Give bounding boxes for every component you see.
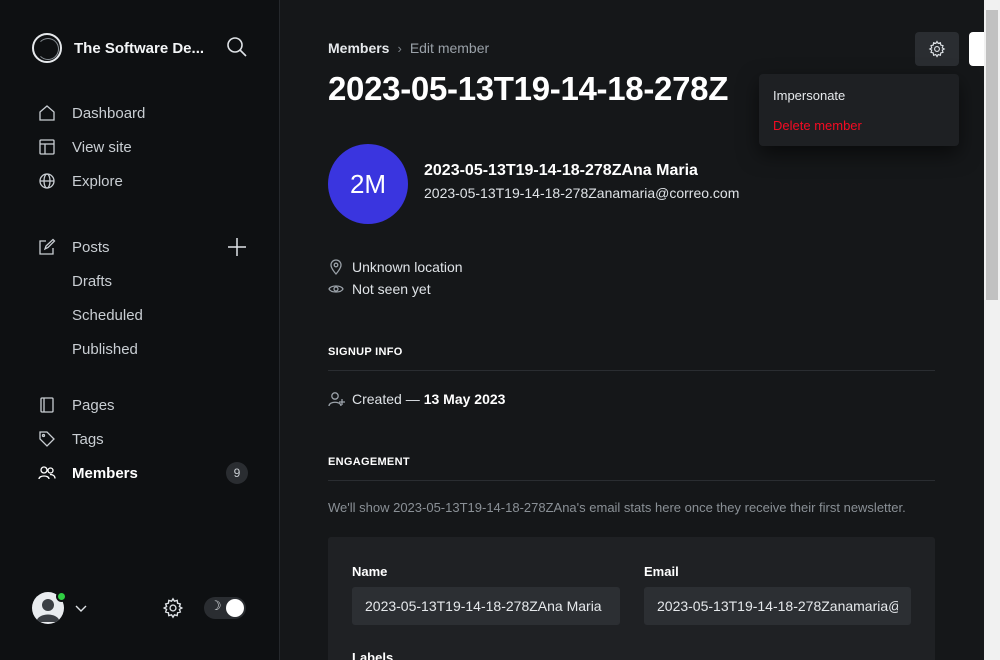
nav-label: Members — [72, 464, 138, 482]
nav-members[interactable]: Members 9 — [24, 456, 256, 490]
breadcrumb-separator-icon: › — [397, 40, 402, 56]
member-location: Unknown location — [328, 259, 463, 275]
created-prefix: Created — — [352, 391, 420, 407]
nav-published[interactable]: Published — [24, 332, 256, 366]
signup-info-heading: SIGNUP INFO — [328, 346, 935, 371]
name-label: Name — [352, 564, 388, 579]
nav-tags[interactable]: Tags — [24, 422, 256, 456]
tag-icon — [38, 430, 56, 448]
pencil-square-icon — [38, 238, 56, 256]
member-actions-button[interactable] — [915, 32, 959, 66]
nav-label: Tags — [72, 430, 104, 448]
engagement-description: We'll show 2023-05-13T19-14-18-278ZAna's… — [328, 500, 906, 515]
home-icon — [38, 104, 56, 122]
labels-label: Labels — [352, 650, 394, 660]
member-actions-menu: Impersonate Delete member — [759, 74, 959, 146]
sidebar-footer: ☽ — [32, 591, 248, 624]
nav-scheduled[interactable]: Scheduled — [24, 298, 256, 332]
globe-icon — [38, 172, 56, 190]
toggle-knob — [226, 599, 244, 617]
member-email: 2023-05-13T19-14-18-278Zanamaria@correo.… — [424, 185, 740, 201]
layout-icon — [38, 138, 56, 156]
nav-label: Published — [72, 340, 138, 358]
settings-gear-icon[interactable] — [162, 597, 184, 619]
member-form-panel: Name Email Labels — [328, 537, 935, 660]
site-title: The Software De... — [74, 39, 205, 57]
breadcrumb: Members › Edit member — [328, 40, 489, 56]
delete-member-menu-item[interactable]: Delete member — [759, 114, 959, 144]
member-name: 2023-05-13T19-14-18-278ZAna Maria — [424, 162, 698, 179]
site-logo-icon — [32, 33, 62, 63]
nav-label: Explore — [72, 172, 123, 190]
nav-label: Scheduled — [72, 306, 143, 324]
nav-posts[interactable]: Posts — [24, 230, 256, 264]
location-text: Unknown location — [352, 259, 463, 275]
member-avatar: 2M — [328, 144, 408, 224]
nav-label: Posts — [72, 238, 110, 256]
chevron-down-icon[interactable] — [74, 601, 88, 615]
dark-mode-toggle[interactable]: ☽ — [204, 597, 246, 619]
nav-dashboard[interactable]: Dashboard — [24, 96, 256, 130]
last-seen-text: Not seen yet — [352, 281, 431, 297]
location-pin-icon — [328, 259, 344, 275]
nav-label: View site — [72, 138, 132, 156]
member-last-seen: Not seen yet — [328, 281, 431, 297]
gear-icon — [928, 40, 946, 58]
nav-label: Dashboard — [72, 104, 146, 122]
search-icon[interactable] — [226, 36, 248, 58]
scrollbar-thumb[interactable] — [986, 10, 998, 300]
email-label: Email — [644, 564, 679, 579]
email-input[interactable] — [644, 587, 911, 625]
engagement-heading: ENGAGEMENT — [328, 456, 935, 481]
sidebar: The Software De... Dashboard View site E… — [0, 0, 280, 660]
brand[interactable]: The Software De... — [32, 32, 214, 64]
moon-icon: ☽ — [210, 599, 222, 614]
nav-label: Pages — [72, 396, 115, 414]
main-content: Members › Edit member 2023-05-13T19-14-1… — [280, 0, 989, 660]
pages-icon — [38, 396, 56, 414]
name-input[interactable] — [352, 587, 620, 625]
created-date: 13 May 2023 — [423, 391, 506, 407]
nav-view-site[interactable]: View site — [24, 130, 256, 164]
eye-icon — [328, 281, 344, 297]
breadcrumb-members-link[interactable]: Members — [328, 40, 389, 56]
members-count-badge: 9 — [226, 462, 248, 484]
page-title: 2023-05-13T19-14-18-278Z — [328, 70, 729, 107]
created-info: Created — 13 May 2023 — [328, 390, 505, 408]
online-status-dot — [56, 591, 67, 602]
users-icon — [38, 464, 56, 482]
nav-drafts[interactable]: Drafts — [24, 264, 256, 298]
nav-pages[interactable]: Pages — [24, 388, 256, 422]
new-post-plus-icon[interactable] — [226, 236, 248, 258]
nav-explore[interactable]: Explore — [24, 164, 256, 198]
user-add-icon — [328, 390, 346, 408]
nav-label: Drafts — [72, 272, 113, 290]
impersonate-menu-item[interactable]: Impersonate — [759, 84, 959, 114]
breadcrumb-current: Edit member — [409, 40, 490, 56]
